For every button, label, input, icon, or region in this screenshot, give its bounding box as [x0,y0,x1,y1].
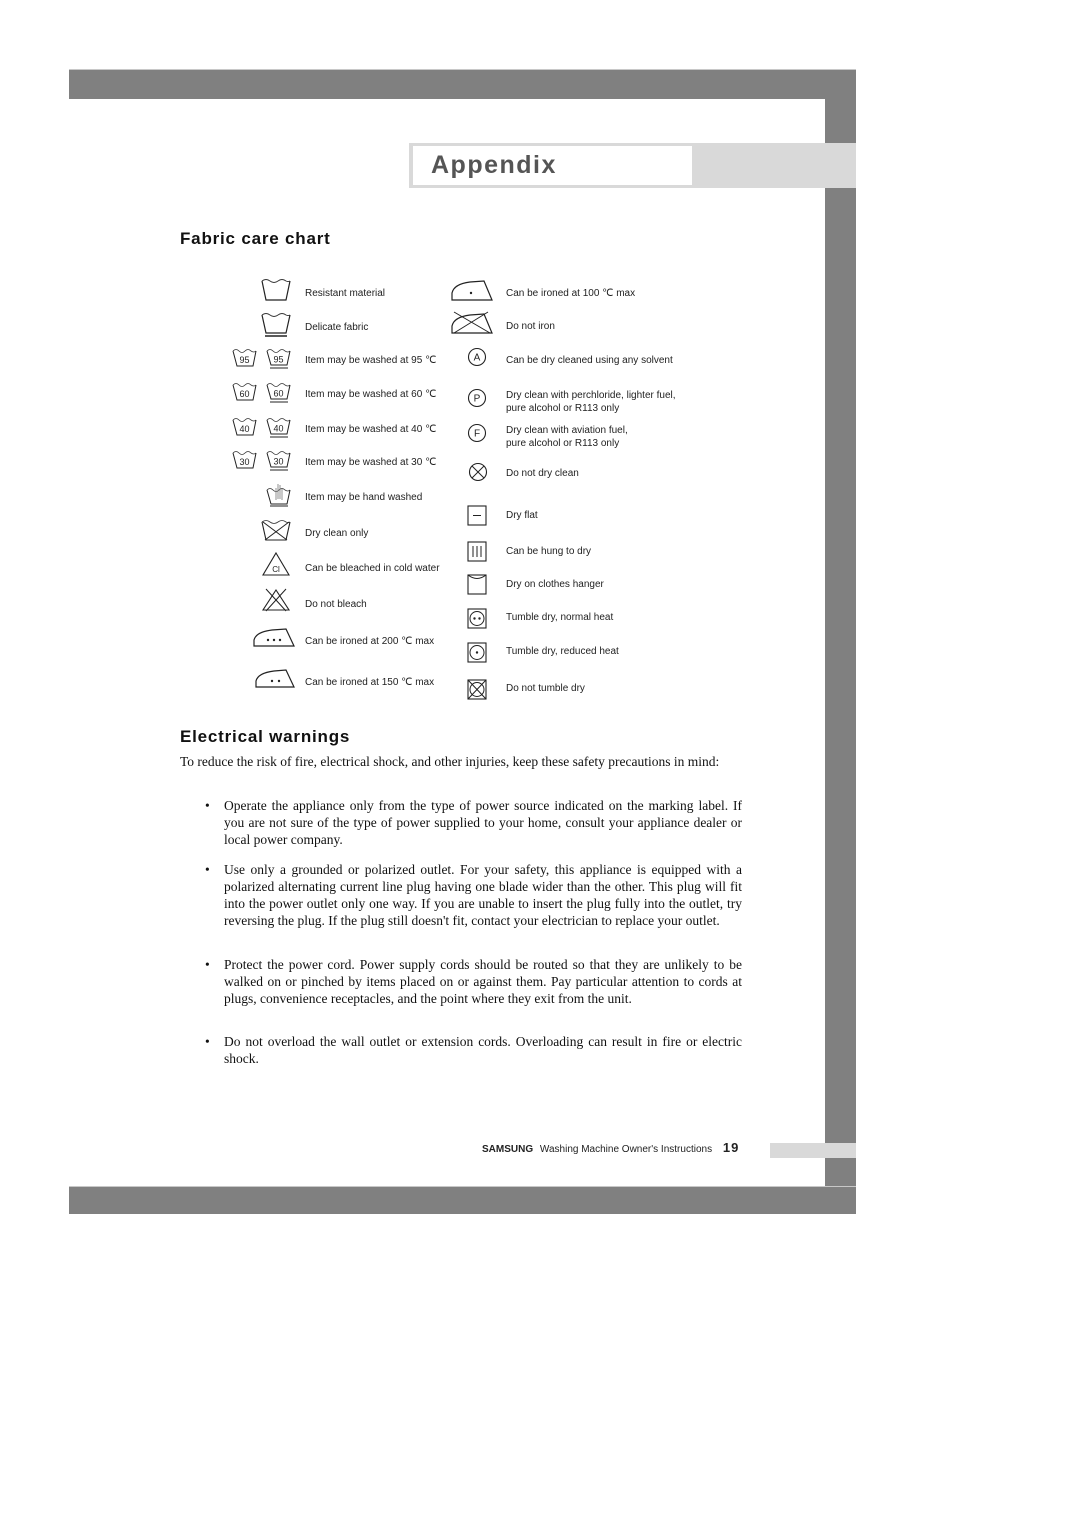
bullet-text: Do not overload the wall outlet or exten… [224,1034,742,1066]
bullet-text: Use only a grounded or polarized outlet.… [224,862,742,928]
care-label: Tumble dry, reduced heat [506,646,619,657]
frame-top-bar [69,69,856,99]
care-label: Item may be washed at 95 ℃ [305,355,437,366]
page-title: Appendix [431,151,557,179]
bleach-cold-icon: Cl [262,551,290,576]
wash-30-icon: 30 [232,451,257,469]
care-label-line2: pure alcohol or R113 only [506,438,620,449]
care-label: Dry clean with aviation fuel, [506,425,628,436]
care-label: Item may be washed at 60 ℃ [305,389,437,400]
svg-text:30: 30 [239,457,249,467]
care-label: Tumble dry, normal heat [506,612,614,623]
fabric-care-heading: Fabric care chart [180,229,331,248]
care-label: Do not dry clean [506,468,579,479]
wash-95-delicate-icon: 95 [266,349,291,369]
care-label: Dry flat [506,510,538,521]
care-label: Item may be washed at 40 ℃ [305,424,437,435]
dry-clean-p-icon: P [467,388,487,408]
svg-text:95: 95 [273,355,283,365]
iron-200-icon [253,628,295,647]
wash-40-icon: 40 [232,418,257,436]
iron-100-icon [451,280,493,301]
svg-text:Cl: Cl [272,565,280,574]
wash-tub-icon [261,279,291,301]
footer-band [770,1143,856,1158]
care-label-line2: pure alcohol or R113 only [506,403,620,414]
dry-clean-only-icon [261,520,291,541]
care-label: Can be dry cleaned using any solvent [506,355,673,366]
dry-clean-a-icon: A [467,347,487,367]
frame-bottom-bar [69,1186,856,1214]
do-not-tumble-icon [467,679,487,700]
wash-60-icon: 60 [232,383,257,401]
warning-bullet: • Do not overload the wall outlet or ext… [205,1033,742,1067]
wash-95-icon: 95 [232,349,257,367]
care-label: Item may be washed at 30 ℃ [305,457,437,468]
footer-title: Washing Machine Owner's Instructions [539,1144,713,1155]
wash-tub-delicate-icon [261,313,291,337]
bullet-dot: • [205,957,210,972]
svg-text:40: 40 [273,424,283,434]
care-label: Dry clean only [305,528,369,539]
bullet-text: Operate the appliance only from the type… [224,798,742,847]
warning-bullet: • Use only a grounded or polarized outle… [205,861,742,929]
tumble-reduced-icon [467,642,487,663]
wash-30-delicate-icon: 30 [266,451,291,471]
care-label: Can be bleached in cold water [305,563,440,574]
svg-text:30: 30 [273,457,283,467]
page-number: 19 [722,1140,740,1155]
wash-60-delicate-icon: 60 [266,383,291,403]
svg-text:60: 60 [239,389,249,399]
do-not-bleach-icon [261,588,291,612]
care-label: Do not iron [506,321,555,332]
care-label: Do not tumble dry [506,683,585,694]
dry-clean-f-icon: F [467,423,487,443]
svg-text:95: 95 [239,355,249,365]
warning-bullet: • Protect the power cord. Power supply c… [205,956,742,1007]
page-footer: SAMSUNG Washing Machine Owner's Instruct… [482,1141,739,1157]
tumble-normal-icon [467,608,487,629]
bullet-text: Protect the power cord. Power supply cor… [224,957,742,1006]
bullet-dot: • [205,798,210,813]
wash-40-delicate-icon: 40 [266,418,291,438]
footer-brand: SAMSUNG [482,1144,534,1155]
care-label: Do not bleach [305,599,367,610]
care-label: Can be ironed at 150 ℃ max [305,677,435,688]
warning-bullet: • Operate the appliance only from the ty… [205,797,742,848]
frame-right-bar [825,98,856,1186]
svg-text:A: A [474,353,481,364]
do-not-dry-clean-icon [468,462,488,482]
bullet-dot: • [205,1034,210,1049]
do-not-iron-icon [451,311,493,334]
svg-text:P: P [474,394,481,405]
electrical-intro: To reduce the risk of fire, electrical s… [180,754,720,769]
care-label: Can be ironed at 100 ℃ max [506,288,636,299]
care-label: Item may be hand washed [305,492,423,503]
electrical-warnings-heading: Electrical warnings [180,727,351,746]
care-label: Resistant material [305,288,386,299]
care-label: Dry clean with perchloride, lighter fuel… [506,390,676,401]
svg-text:40: 40 [239,424,249,434]
iron-150-icon [255,669,295,688]
care-label: Dry on clothes hanger [506,579,604,590]
dry-flat-icon [467,505,487,526]
hang-dry-icon [467,541,487,562]
care-label: Can be hung to dry [506,546,592,557]
hand-wash-icon [266,484,291,507]
svg-text:60: 60 [273,389,283,399]
svg-text:F: F [474,429,480,440]
care-label: Delicate fabric [305,322,369,333]
bullet-dot: • [205,862,210,877]
clothes-hanger-icon [467,574,487,595]
care-label: Can be ironed at 200 ℃ max [305,636,435,647]
